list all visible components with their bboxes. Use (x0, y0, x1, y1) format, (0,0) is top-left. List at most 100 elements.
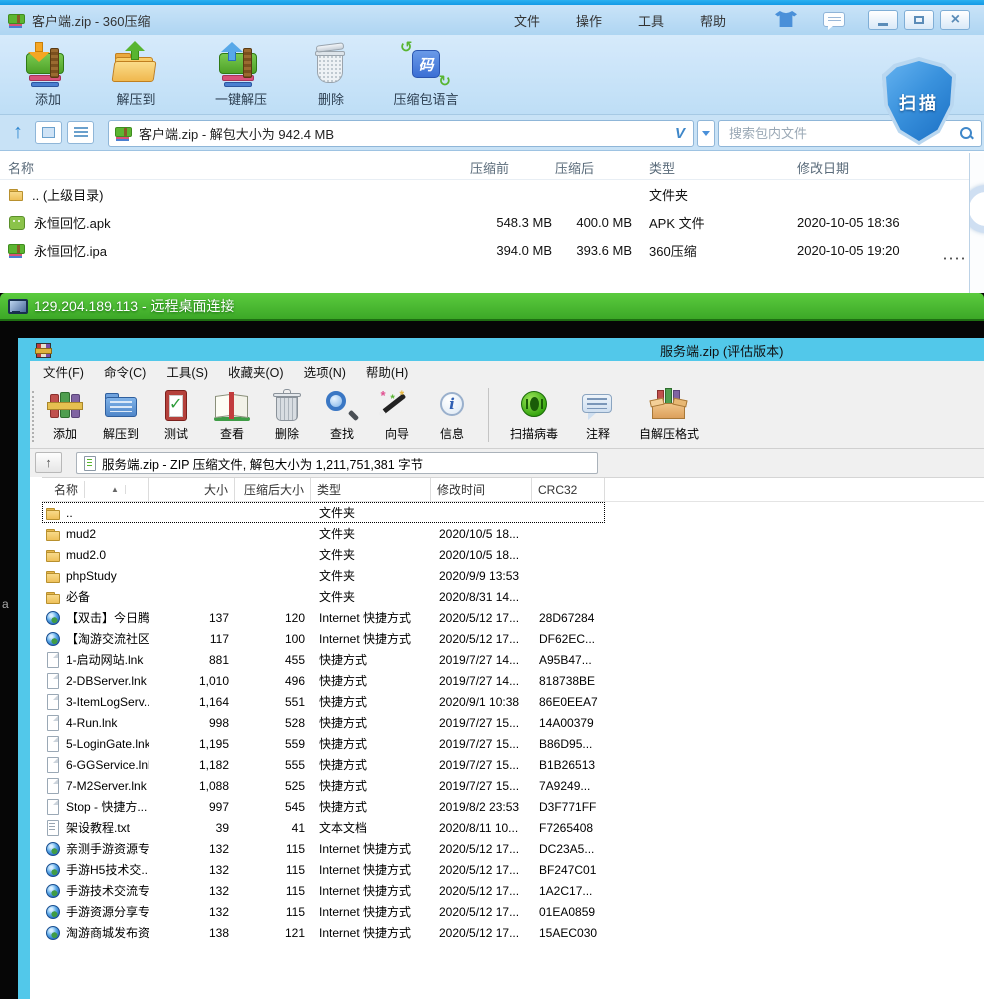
column-name[interactable]: 名称 (8, 158, 34, 177)
time-cell: 2019/7/27 15... (431, 716, 532, 730)
size-cell: 1,010 (149, 674, 235, 688)
menu-help[interactable]: 帮助 (700, 11, 726, 30)
file-row[interactable]: 必备文件夹2020/8/31 14... (42, 586, 605, 607)
minimize-button[interactable] (868, 10, 898, 30)
size-cell: 132 (149, 884, 235, 898)
delete-button[interactable]: 删除 (296, 35, 366, 115)
menu-file[interactable]: 文件 (514, 11, 540, 30)
column-packed-size[interactable]: 压缩后大小 (235, 478, 311, 501)
address-dropdown-button[interactable] (697, 120, 715, 147)
feedback-bubble-icon[interactable] (823, 12, 845, 27)
column-type[interactable]: 类型 (311, 478, 431, 501)
globe-icon (45, 925, 61, 941)
file-row[interactable]: 4-Run.lnk998528快捷方式2019/7/27 15...14A003… (42, 712, 605, 733)
page-icon (45, 652, 61, 668)
packed-size-cell: 115 (235, 863, 311, 877)
scan-shield-button[interactable]: 扫描 (882, 57, 956, 145)
menu-options[interactable]: 选项(N) (294, 361, 356, 385)
column-date[interactable]: 修改日期 (797, 158, 849, 177)
file-row[interactable]: 手游技术交流专...132115Internet 快捷方式2020/5/12 1… (42, 880, 605, 901)
archive-language-button[interactable]: 码 压缩包语言 (366, 35, 486, 115)
menu-file[interactable]: 文件(F) (33, 361, 94, 385)
rdp-connection-bar: 129.204.189.113 - 远程桌面连接 (0, 293, 984, 321)
rar-test-button[interactable]: 测试 (148, 385, 204, 442)
rar-comment-button[interactable]: 注释 (571, 385, 625, 442)
search-icon[interactable] (960, 127, 973, 140)
maximize-button[interactable] (904, 10, 934, 30)
add-button[interactable]: 添加 (10, 35, 86, 115)
one-click-extract-button[interactable]: 一键解压 (186, 35, 296, 115)
folder-icon (45, 505, 61, 521)
file-row[interactable]: mud2文件夹2020/10/5 18... (42, 523, 605, 544)
file-row[interactable]: .. (上级目录)文件夹 (0, 180, 984, 208)
file-row[interactable]: phpStudy文件夹2020/9/9 13:53 (42, 565, 605, 586)
menu-tools[interactable]: 工具(S) (156, 361, 218, 385)
time-cell: 2019/8/2 23:53 (431, 800, 532, 814)
file-row[interactable]: 【双击】今日腾...137120Internet 快捷方式2020/5/12 1… (42, 607, 605, 628)
list-view-button[interactable] (67, 121, 94, 144)
type-cell: APK 文件 (632, 213, 780, 232)
file-row[interactable]: 手游H5技术交...132115Internet 快捷方式2020/5/12 1… (42, 859, 605, 880)
rar-info-button[interactable]: 信息 (424, 385, 480, 442)
time-cell: 2020/9/1 10:38 (431, 695, 532, 709)
file-row[interactable]: ..文件夹 (42, 502, 605, 523)
rar-find-button[interactable]: 查找 (314, 385, 370, 442)
column-size[interactable]: 大小 (149, 478, 235, 501)
file-row[interactable]: 6-GGService.lnk1,182555快捷方式2019/7/27 15.… (42, 754, 605, 775)
up-directory-button[interactable]: ↑ (35, 452, 62, 473)
column-size-before[interactable]: 压缩前 (470, 158, 509, 177)
extract-to-icon (111, 41, 161, 88)
size-cell: 1,164 (149, 695, 235, 709)
up-directory-button[interactable]: ↑ (6, 121, 30, 145)
column-type[interactable]: 类型 (649, 158, 675, 177)
column-size-after[interactable]: 压缩后 (555, 158, 594, 177)
skin-shirt-icon[interactable] (775, 11, 797, 27)
address-bar[interactable]: 客户端.zip - 解包大小为 942.4 MB V (108, 120, 694, 147)
file-name-cell: 2-DBServer.lnk (42, 673, 149, 689)
file-row[interactable]: 手游资源分享专...132115Internet 快捷方式2020/5/12 1… (42, 901, 605, 922)
column-name[interactable]: 名称▲ (42, 478, 149, 501)
file-row[interactable]: mud2.0文件夹2020/10/5 18... (42, 544, 605, 565)
file-row[interactable]: 永恒回忆.ipa394.0 MB393.6 MB360压缩2020-10-05 … (0, 236, 984, 264)
file-name-cell: 3-ItemLogServ... (42, 694, 149, 710)
rar-add-button[interactable]: 添加 (36, 385, 94, 442)
size-cell: 132 (149, 905, 235, 919)
file-row[interactable]: 淘游商城发布资...138121Internet 快捷方式2020/5/12 1… (42, 922, 605, 943)
menu-tools[interactable]: 工具 (638, 11, 664, 30)
archive-icon (115, 125, 133, 142)
column-crc32[interactable]: CRC32 (532, 478, 605, 501)
rar-extract-button[interactable]: 解压到 (94, 385, 148, 442)
type-cell: Internet 快捷方式 (311, 903, 431, 920)
file-row[interactable]: 1-启动网站.lnk881455快捷方式2019/7/27 14...A95B4… (42, 649, 605, 670)
file-row[interactable]: 亲测手游资源专...132115Internet 快捷方式2020/5/12 1… (42, 838, 605, 859)
size-cell: 138 (149, 926, 235, 940)
time-cell: 2019/7/27 15... (431, 758, 532, 772)
add-archive-icon (23, 41, 73, 88)
menu-commands[interactable]: 命令(C) (94, 361, 156, 385)
size-after-cell: 393.6 MB (552, 243, 632, 258)
file-row[interactable]: Stop - 快捷方...997545快捷方式2019/8/2 23:53D3F… (42, 796, 605, 817)
menu-favorites[interactable]: 收藏夹(O) (218, 361, 294, 385)
file-row[interactable]: 5-LoginGate.lnk1,195559快捷方式2019/7/27 15.… (42, 733, 605, 754)
file-row[interactable]: 永恒回忆.apk548.3 MB400.0 MBAPK 文件2020-10-05… (0, 208, 984, 236)
rar-delete-button[interactable]: 删除 (260, 385, 314, 442)
page-icon (45, 673, 61, 689)
menu-operation[interactable]: 操作 (576, 11, 602, 30)
file-row[interactable]: 2-DBServer.lnk1,010496快捷方式2019/7/27 14..… (42, 670, 605, 691)
extract-to-button[interactable]: 解压到 (86, 35, 186, 115)
rar-sfx-button[interactable]: 自解压格式 (625, 385, 713, 442)
file-row[interactable]: 【淘游交流社区...117100Internet 快捷方式2020/5/12 1… (42, 628, 605, 649)
large-icon-view-button[interactable] (35, 121, 62, 144)
file-row[interactable]: 3-ItemLogServ...1,164551快捷方式2020/9/1 10:… (42, 691, 605, 712)
menu-help[interactable]: 帮助(H) (356, 361, 418, 385)
rar-view-button[interactable]: 查看 (204, 385, 260, 442)
file-name-cell: 永恒回忆.ipa (0, 241, 450, 260)
rar-wizard-button[interactable]: 向导 (370, 385, 424, 442)
file-row[interactable]: 架设教程.txt3941文本文档2020/8/11 10...F7265408 (42, 817, 605, 838)
rar-virus-scan-button[interactable]: 扫描病毒 (497, 385, 571, 442)
column-modified-time[interactable]: 修改时间 (431, 478, 532, 501)
file-row[interactable]: 7-M2Server.lnk1,088525快捷方式2019/7/27 15..… (42, 775, 605, 796)
packed-size-cell: 100 (235, 632, 311, 646)
archive-address-field[interactable]: 服务端.zip - ZIP 压缩文件, 解包大小为 1,211,751,381 … (76, 452, 598, 474)
close-button[interactable]: × (940, 10, 970, 30)
